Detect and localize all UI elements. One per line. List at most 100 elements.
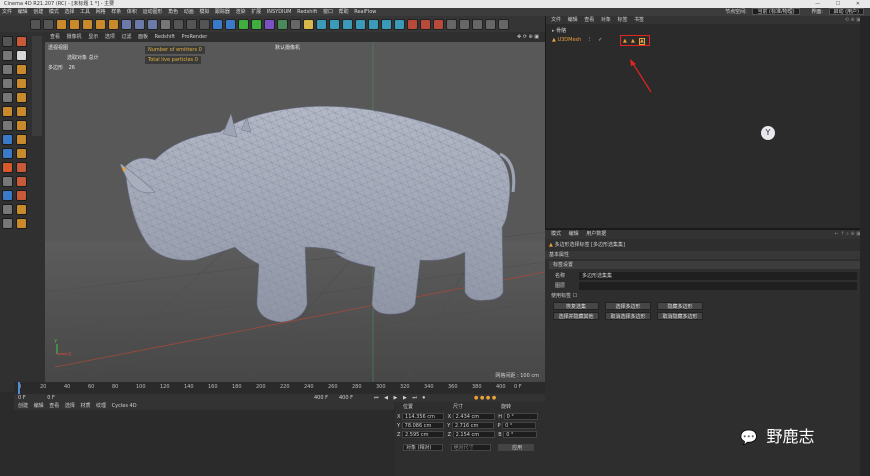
- left-tools-scroll[interactable]: [32, 36, 42, 136]
- size-mode-select[interactable]: 绝对尺寸: [450, 444, 491, 451]
- ring-select-icon[interactable]: [16, 148, 27, 159]
- render-settings-icon[interactable]: [199, 18, 210, 30]
- unhide-polygons-button[interactable]: 取消隐藏多边形: [657, 312, 703, 320]
- redshift-render-icon[interactable]: [407, 18, 418, 30]
- xp-emitter-icon[interactable]: [316, 18, 327, 30]
- xp-modifier-icon[interactable]: [342, 18, 353, 30]
- name-input[interactable]: 多边形选集集: [579, 272, 857, 280]
- playback-controls[interactable]: ⏮ ◀ ▶ ▶ ⏭ ⏺: [374, 394, 427, 402]
- apply-button[interactable]: 应用: [498, 444, 535, 451]
- timeline-ruler[interactable]: 0 20 40 60 80 100 120 140 160 180 200 22…: [14, 382, 545, 394]
- vp-menu-filter[interactable]: 过滤: [121, 34, 131, 40]
- coord-mode-select[interactable]: 对象 (相对): [403, 444, 443, 451]
- object-name[interactable]: U3DMesh: [557, 37, 581, 43]
- texture-mode-icon[interactable]: [2, 64, 13, 75]
- menu-simulate[interactable]: 模拟: [199, 9, 209, 15]
- size-y-field[interactable]: 2.716 cm: [451, 422, 494, 429]
- enable-check-icon[interactable]: ✓: [598, 37, 602, 43]
- bridge-icon[interactable]: [16, 106, 27, 117]
- obj-menu-bookmarks[interactable]: 书签: [634, 17, 644, 23]
- mat-menu-create[interactable]: 创建: [18, 403, 28, 409]
- shrink-select-icon[interactable]: [16, 190, 27, 201]
- mat-menu-view[interactable]: 查看: [49, 403, 59, 409]
- mat-menu-edit[interactable]: 编辑: [34, 403, 44, 409]
- tweak-icon[interactable]: [2, 204, 13, 215]
- model-mode-icon[interactable]: [2, 50, 13, 61]
- position-y-field[interactable]: 78.086 cm: [401, 422, 444, 429]
- realflow-emitter-icon[interactable]: [485, 18, 496, 30]
- vp-menu-display[interactable]: 显示: [88, 34, 98, 40]
- xp-setup-icon[interactable]: [394, 18, 405, 30]
- 3d-viewport[interactable]: Y X 透视视图 选取对象 总计 多边形 26 Number of emitte…: [45, 42, 545, 382]
- render-view-icon[interactable]: [173, 18, 184, 30]
- grow-select-icon[interactable]: [16, 176, 27, 187]
- xp-cache-icon[interactable]: [329, 18, 340, 30]
- xp-tool-icon[interactable]: [355, 18, 366, 30]
- knife-icon[interactable]: [16, 64, 27, 75]
- node-space-select[interactable]: 当前 (标准/物理): [752, 8, 800, 15]
- workplane-icon[interactable]: [2, 190, 13, 201]
- redshift-material-icon[interactable]: [446, 18, 457, 30]
- deselect-polygons-button[interactable]: 取消选择多边形: [605, 312, 651, 320]
- attr-menu-mode[interactable]: 模式: [551, 231, 561, 237]
- fill-select-icon[interactable]: [16, 162, 27, 173]
- rotation-p-field[interactable]: 0 °: [502, 422, 537, 429]
- floor-icon[interactable]: [277, 18, 288, 30]
- obj-menu-tags[interactable]: 标签: [617, 17, 627, 23]
- x-axis-icon[interactable]: [121, 18, 132, 30]
- visibility-dots-icon[interactable]: ⁝: [589, 37, 591, 43]
- vp-menu-redshift[interactable]: Redshift: [155, 34, 175, 40]
- polygon-pen-icon[interactable]: [16, 50, 27, 61]
- vp-nav-icons[interactable]: ✥ ⟳ ⊕ ▣: [517, 32, 539, 42]
- slide-icon[interactable]: [16, 218, 27, 229]
- select-tool-icon[interactable]: [56, 18, 67, 30]
- current-frame-field[interactable]: 0 F: [18, 395, 26, 401]
- select-polygons-button[interactable]: 选择多边形: [605, 302, 651, 310]
- redo-icon[interactable]: [43, 18, 54, 30]
- y-axis-icon[interactable]: [134, 18, 145, 30]
- extrude-icon[interactable]: [16, 78, 27, 89]
- position-x-field[interactable]: 114.356 cm: [402, 413, 445, 420]
- menu-realflow[interactable]: RealFlow: [354, 9, 376, 15]
- lock-workplane-icon[interactable]: [2, 162, 13, 173]
- menu-character[interactable]: 角色: [168, 9, 178, 15]
- menu-file[interactable]: 文件: [2, 9, 12, 15]
- menu-window[interactable]: 窗口: [323, 9, 333, 15]
- object-name[interactable]: 骨骼: [556, 28, 566, 34]
- menu-mesh[interactable]: 网格: [96, 9, 106, 15]
- z-axis-icon[interactable]: [147, 18, 158, 30]
- move-tool-icon[interactable]: [69, 18, 80, 30]
- realflow-icon[interactable]: [459, 18, 470, 30]
- solo-icon[interactable]: [2, 176, 13, 187]
- menu-mograph[interactable]: 运动图形: [142, 9, 162, 15]
- weld-icon[interactable]: [16, 120, 27, 131]
- start-frame-field[interactable]: 0 F: [47, 395, 55, 401]
- right-tab-strip[interactable]: [860, 16, 870, 476]
- bevel-icon[interactable]: [16, 92, 27, 103]
- menu-edit[interactable]: 编辑: [18, 9, 28, 15]
- rotation-b-field[interactable]: 0 °: [503, 431, 538, 438]
- uv-mode-icon[interactable]: [2, 120, 13, 131]
- subdivision-icon[interactable]: [238, 18, 249, 30]
- polygon-selection-tag-icon[interactable]: ▲: [623, 38, 627, 44]
- pen-icon[interactable]: [225, 18, 236, 30]
- polygon-mode-icon[interactable]: [2, 106, 13, 117]
- sculpt-icon[interactable]: [2, 218, 13, 229]
- obj-menu-view[interactable]: 查看: [584, 17, 594, 23]
- xp-flow-icon[interactable]: [381, 18, 392, 30]
- menu-select[interactable]: 选择: [64, 9, 74, 15]
- scale-tool-icon[interactable]: [82, 18, 93, 30]
- mat-menu-material[interactable]: 材质: [80, 403, 90, 409]
- menu-spline[interactable]: 样条: [111, 9, 121, 15]
- end-frame-field[interactable]: 400 F: [314, 394, 328, 402]
- layout-select[interactable]: 启动 (用户): [828, 8, 864, 15]
- realflow-cache-icon[interactable]: [498, 18, 509, 30]
- undo-icon[interactable]: [30, 18, 41, 30]
- menu-tools[interactable]: 工具: [80, 9, 90, 15]
- obj-nav-icons[interactable]: ⟲ ⊕ ▣: [845, 17, 861, 23]
- obj-menu-file[interactable]: 文件: [551, 17, 561, 23]
- cloner-icon[interactable]: [251, 18, 262, 30]
- attr-menu-userdata[interactable]: 用户数据: [586, 231, 606, 237]
- point-mode-icon[interactable]: [2, 78, 13, 89]
- render-picture-viewer-icon[interactable]: [186, 18, 197, 30]
